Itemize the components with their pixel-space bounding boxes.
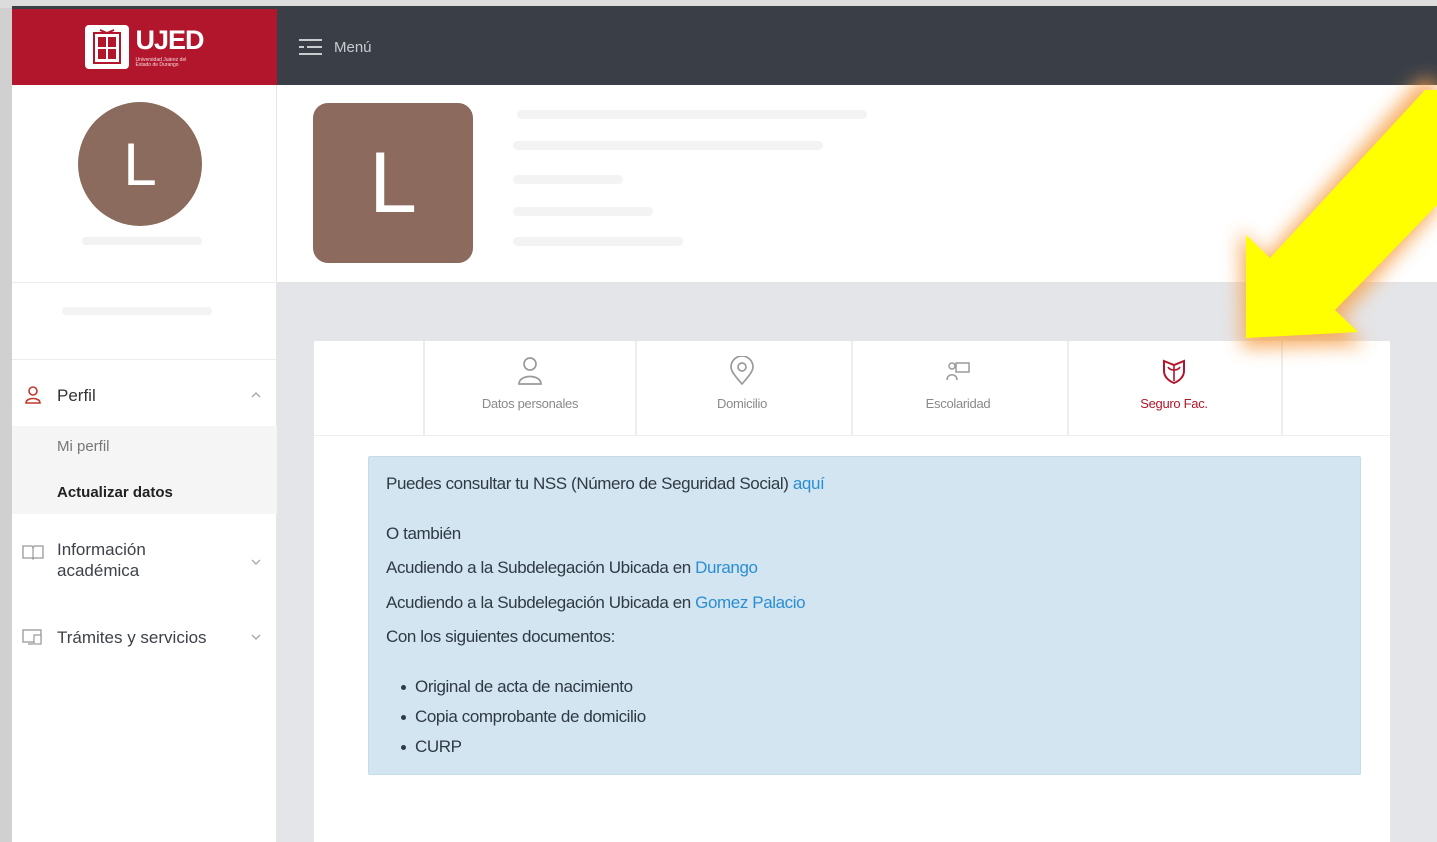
sidebar-user-id-redacted — [62, 307, 212, 315]
gomez-palacio-text: Acudiendo a la Subdelegación Ubicada en — [386, 593, 696, 612]
nss-link[interactable]: aquí — [793, 474, 825, 493]
documents-intro: Con los siguientes documentos: — [386, 627, 615, 646]
tab-label: Escolaridad — [925, 396, 991, 411]
content-card: Datos personales Domicilio Escolaridad S… — [314, 341, 1390, 842]
sidebar-item-tramites[interactable]: Trámites y servicios — [12, 625, 277, 649]
menu-label: Menú — [334, 38, 372, 56]
tab-datos-personales[interactable]: Datos personales — [423, 341, 635, 436]
tab-label: Domicilio — [716, 396, 768, 411]
nss-info-text: Puedes consultar tu NSS (Número de Segur… — [386, 474, 793, 493]
window-left-gutter — [0, 8, 12, 842]
imss-shield-icon — [1159, 356, 1189, 386]
sidebar-item-perfil[interactable]: Perfil — [12, 375, 277, 415]
list-item: Original de acta de nacimiento — [399, 675, 646, 705]
submenu-item-mi-perfil[interactable]: Mi perfil — [57, 438, 110, 455]
sidebar-divider — [12, 359, 277, 360]
sidebar-item-label: Información académica — [57, 539, 146, 581]
sidebar-divider — [12, 282, 277, 283]
otherwise-text: O también — [386, 524, 461, 543]
sidebar-submenu-perfil: Mi perfil Actualizar datos — [12, 426, 277, 514]
list-item: CURP — [399, 735, 646, 765]
documents-list: Original de acta de nacimiento Copia com… — [399, 675, 646, 765]
durango-line: Acudiendo a la Subdelegación Ubicada en … — [386, 558, 758, 578]
window-top-strip — [0, 0, 1437, 9]
brand-text: UJED Universidad Juárez del Estado de Du… — [135, 24, 204, 68]
ujed-crest-icon — [85, 25, 130, 69]
tab-escolaridad[interactable]: Escolaridad — [851, 341, 1063, 436]
sidebar-item-label: Perfil — [57, 385, 96, 405]
brand-logo[interactable]: UJED Universidad Juárez del Estado de Du… — [12, 9, 277, 85]
brand-subtitle: Universidad Juárez del Estado de Durango — [135, 56, 187, 68]
profile-header: L — [277, 85, 1437, 283]
tab-seguro-fac[interactable]: Seguro Fac. — [1067, 341, 1279, 436]
brand-name: UJED — [135, 24, 204, 55]
profile-detail-redacted — [513, 141, 823, 150]
book-icon — [22, 541, 44, 563]
student-icon — [943, 356, 973, 386]
sidebar-item-label: Trámites y servicios — [57, 627, 207, 647]
profile-name-redacted — [517, 110, 867, 119]
hamburger-icon — [299, 39, 322, 55]
user-icon — [22, 384, 44, 406]
tab-domicilio[interactable]: Domicilio — [635, 341, 847, 436]
durango-link[interactable]: Durango — [695, 558, 758, 577]
sidebar-avatar[interactable]: L — [78, 102, 202, 226]
user-icon — [515, 356, 545, 386]
monitor-icon — [22, 626, 44, 648]
chevron-down-icon[interactable] — [249, 630, 263, 644]
profile-detail-redacted — [513, 175, 623, 184]
profile-detail-redacted — [513, 237, 683, 246]
list-item: Copia comprobante de domicilio — [399, 705, 646, 735]
profile-detail-redacted — [513, 207, 653, 216]
profile-tabs: Datos personales Domicilio Escolaridad S… — [314, 341, 1390, 436]
gomez-palacio-line: Acudiendo a la Subdelegación Ubicada en … — [386, 593, 806, 613]
durango-text: Acudiendo a la Subdelegación Ubicada en — [386, 558, 696, 577]
nss-info-alert: Puedes consultar tu NSS (Número de Segur… — [368, 456, 1361, 775]
sidebar: L Perfil Mi perfil Actualizar datos Info… — [12, 85, 277, 842]
tab-label: Datos personales — [481, 396, 579, 411]
topbar: Menú — [277, 9, 1437, 85]
chevron-up-icon[interactable] — [249, 388, 263, 402]
profile-avatar: L — [313, 103, 473, 263]
sidebar-item-label-line2: académica — [57, 561, 140, 580]
menu-toggle-button[interactable]: Menú — [298, 37, 372, 57]
sidebar-item-informacion-academica[interactable]: Información académica — [12, 539, 277, 585]
sidebar-user-name-redacted — [82, 237, 202, 245]
gomez-palacio-link[interactable]: Gomez Palacio — [695, 593, 805, 612]
nss-info-line: Puedes consultar tu NSS (Número de Segur… — [386, 474, 825, 494]
chevron-down-icon[interactable] — [249, 555, 263, 569]
sidebar-item-label-line1: Información — [57, 540, 146, 559]
map-pin-icon — [727, 356, 757, 386]
submenu-item-actualizar-datos[interactable]: Actualizar datos — [57, 484, 173, 501]
tab-divider — [1281, 341, 1283, 436]
tab-label: Seguro Fac. — [1140, 396, 1208, 411]
